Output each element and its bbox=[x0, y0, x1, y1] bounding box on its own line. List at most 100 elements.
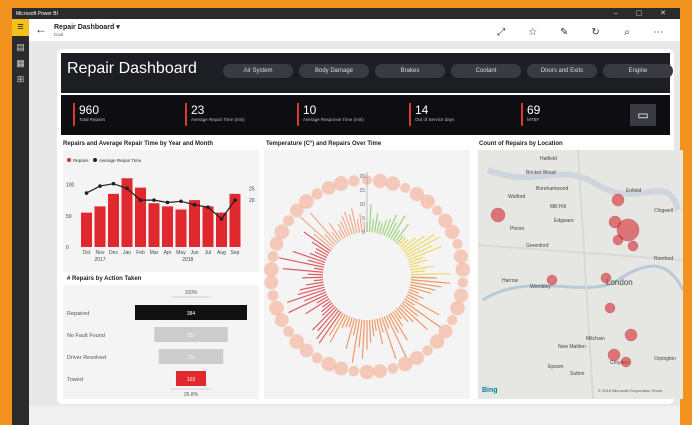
star-icon[interactable]: ☆ bbox=[519, 27, 546, 38]
map-place-label: Mitcham bbox=[586, 336, 605, 342]
year-label: 2017 bbox=[94, 257, 105, 263]
temperature-spike bbox=[392, 229, 401, 241]
repair-bubble bbox=[321, 181, 336, 195]
repair-bubble bbox=[269, 300, 284, 316]
temperature-spike bbox=[407, 291, 424, 300]
repair-bubble bbox=[385, 176, 401, 191]
map-title: Count of Repairs by Location bbox=[479, 141, 563, 147]
repair-bubble bbox=[283, 215, 295, 227]
radial-tick-label: 20 bbox=[359, 174, 365, 180]
temperature-spike bbox=[361, 319, 366, 359]
hamburger-icon[interactable]: ≡ bbox=[12, 19, 29, 36]
repair-bubble bbox=[283, 325, 294, 337]
x-tick-label: Nov bbox=[96, 250, 105, 256]
radial-chart-panel[interactable]: 20 15 10 5 0 bbox=[263, 150, 471, 399]
avg-repair-point bbox=[98, 184, 102, 188]
map-place-label: Harrow bbox=[502, 278, 519, 284]
x-tick-label: Jun bbox=[190, 250, 198, 256]
model-icon[interactable]: ⊞ bbox=[16, 75, 25, 84]
filter-button-air-system[interactable]: Air System bbox=[223, 64, 293, 78]
radial-tick-label: 15 bbox=[359, 188, 365, 194]
x-tick-label: Sep bbox=[231, 250, 240, 256]
map-place-label: Orpington bbox=[654, 356, 676, 362]
combo-chart-panel[interactable]: Repairs Average Repair Time Oct Nov Dec Jan Fe… bbox=[63, 150, 259, 272]
map-place-label: Enfield bbox=[626, 188, 642, 194]
temperature-spike bbox=[410, 276, 437, 279]
repair-bubble bbox=[432, 205, 443, 216]
repair-location-bubble bbox=[611, 193, 625, 207]
repair-bubble bbox=[264, 275, 279, 290]
x-tick-label: Jul bbox=[205, 250, 211, 256]
y-tick-label: 50 bbox=[66, 214, 72, 220]
app-window: Microsoft Power BI – ▢ ✕ ≡ ▤ ▦ ⊞ ← Repai… bbox=[12, 8, 685, 425]
report-icon[interactable]: ▤ bbox=[16, 43, 25, 52]
repair-location-bubble bbox=[600, 272, 612, 284]
map-road bbox=[486, 167, 681, 211]
kpi-out-of-service: 14 Out of Service days bbox=[409, 103, 454, 126]
comment-icon[interactable]: ▭ bbox=[630, 104, 656, 126]
map-place-label: New Malden bbox=[558, 344, 586, 350]
temperature-spike bbox=[383, 218, 392, 236]
radial-tick-label: 10 bbox=[359, 202, 365, 208]
more-icon[interactable]: ⋯ bbox=[645, 27, 672, 38]
temperature-spike bbox=[394, 223, 410, 243]
table-icon[interactable]: ▦ bbox=[16, 59, 25, 68]
temperature-spike bbox=[371, 319, 375, 337]
y-tick-label: 0 bbox=[66, 245, 69, 251]
legend-avg-label: Average Repair Time bbox=[99, 158, 142, 163]
status-strip bbox=[29, 406, 680, 425]
search-icon[interactable]: ⌕ bbox=[614, 27, 641, 38]
pin-icon[interactable]: ✎ bbox=[551, 27, 578, 38]
funnel-chart-panel[interactable]: 100% Repaired 384 No Fault Found 252 Driver R… bbox=[63, 285, 259, 399]
map-place-label: Hatfield bbox=[540, 156, 557, 162]
avg-repair-point bbox=[125, 186, 129, 191]
location-map[interactable]: Hatfield Bricket Wood Borehamwood Edgware Wa… bbox=[477, 149, 685, 400]
repair-bubble bbox=[373, 364, 388, 379]
map-place-label: Edgware bbox=[554, 218, 574, 224]
repair-bubble bbox=[274, 224, 290, 240]
repair-bubble bbox=[321, 356, 337, 372]
repair-bubble bbox=[311, 188, 323, 200]
bar-repairs bbox=[148, 203, 160, 247]
map-panel[interactable]: Hatfield Bricket Wood Borehamwood Edgware Wa… bbox=[477, 149, 685, 400]
radial-tick-label: 5 bbox=[362, 216, 365, 222]
funnel-category-label: Driver Resolved bbox=[67, 355, 106, 361]
filter-button-brakes[interactable]: Brakes bbox=[375, 64, 445, 78]
filter-button-doors-exits[interactable]: Doors and Exits bbox=[527, 64, 597, 78]
app-bar: ← Repair Dashboard ▾ Cool ⤢ ☆ ✎ ↻ ⌕ ⋯ bbox=[29, 19, 680, 41]
x-tick-label: Jan bbox=[123, 250, 131, 256]
window-controls[interactable]: – ▢ ✕ bbox=[614, 9, 674, 17]
temperature-spike bbox=[331, 232, 340, 243]
expand-icon[interactable]: ⤢ bbox=[488, 27, 515, 38]
refresh-icon[interactable]: ↻ bbox=[582, 27, 609, 38]
filter-button-coolant[interactable]: Coolant bbox=[451, 64, 521, 78]
repair-bubble bbox=[348, 175, 360, 187]
repair-bubble bbox=[429, 334, 445, 349]
repair-bubble bbox=[422, 345, 433, 356]
repair-bubble bbox=[334, 361, 349, 376]
repair-location-bubble bbox=[546, 274, 558, 286]
y-tick-label: 100 bbox=[66, 183, 75, 189]
map-attribution: © 2018 Microsoft Corporation Terms bbox=[598, 388, 662, 393]
x-tick-label: Dec bbox=[109, 250, 118, 256]
funnel-chart: 100% Repaired 384 No Fault Found 252 Driver R… bbox=[67, 290, 247, 398]
report-page: Repair Dashboard Air System Body Damage … bbox=[57, 49, 685, 404]
map-place-label: Borehamwood bbox=[536, 186, 568, 192]
temperature-spike bbox=[302, 276, 324, 279]
radial-tick-label: 0 bbox=[362, 230, 365, 236]
window-title: Microsoft Power BI bbox=[16, 11, 58, 17]
temperature-spike bbox=[378, 222, 383, 234]
temperature-spike bbox=[398, 236, 407, 246]
repair-bubble bbox=[289, 334, 305, 349]
radial-chart: 20 15 10 5 0 bbox=[263, 172, 471, 380]
filter-button-engine[interactable]: Engine bbox=[603, 64, 673, 78]
back-icon[interactable]: ← bbox=[35, 22, 47, 36]
filter-button-body-damage[interactable]: Body Damage bbox=[299, 64, 369, 78]
map-place-label: Epsom bbox=[548, 364, 564, 370]
x-tick-label: Feb bbox=[136, 250, 145, 256]
avg-repair-point bbox=[206, 205, 210, 209]
x-tick-label: Apr bbox=[164, 250, 172, 256]
report-title[interactable]: Repair Dashboard ▾ bbox=[54, 23, 120, 31]
repair-location-bubble bbox=[490, 207, 506, 223]
combo-chart: Repairs Average Repair Time Oct Nov Dec Jan Fe… bbox=[66, 158, 255, 263]
